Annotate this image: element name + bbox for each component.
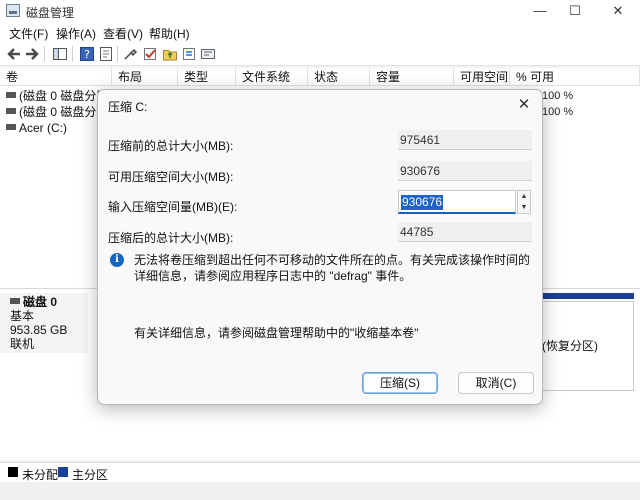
maximize-button[interactable]: ☐ <box>555 0 595 22</box>
disk-name: 磁盘 0 <box>23 295 58 309</box>
partition-label: (恢复分区) <box>542 339 598 353</box>
legend: 未分配 主分区 <box>0 462 640 482</box>
column-header-type[interactable]: 类型 <box>178 68 236 86</box>
legend-swatch-primary <box>58 467 68 477</box>
volume-icon <box>6 124 16 130</box>
shrink-amount-input[interactable]: 930676 <box>398 190 516 214</box>
forward-arrow-icon[interactable] <box>24 46 40 62</box>
help-icon[interactable]: ? <box>79 46 95 62</box>
menu-view[interactable]: 查看(V) <box>103 25 143 42</box>
settings-icon[interactable] <box>200 46 216 62</box>
disk-type: 基本 <box>10 309 35 323</box>
column-header-volume[interactable]: 卷 <box>0 68 112 86</box>
available-space-label: 可用压缩空间大小(MB): <box>108 170 234 184</box>
menu-help[interactable]: 帮助(H) <box>149 25 190 42</box>
folder-up-icon[interactable] <box>162 46 178 62</box>
shrink-dialog: 压缩 C: ✕ 压缩前的总计大小(MB): 975461 可用压缩空间大小(MB… <box>97 89 543 405</box>
toolbar-separator <box>44 46 45 62</box>
disk-info[interactable]: 磁盘 0 基本 953.85 GB 联机 <box>0 293 88 353</box>
console-tree-icon[interactable] <box>52 46 68 62</box>
dialog-close-button[interactable]: ✕ <box>512 94 536 116</box>
shrink-amount-spinner[interactable]: ▲ ▼ <box>517 190 531 214</box>
title-bar: 磁盘管理 — ☐ ✕ <box>0 0 640 22</box>
toolbar: ? <box>0 42 640 66</box>
volume-name: (磁盘 0 磁盘分区 <box>19 89 109 103</box>
column-header-free-space[interactable]: 可用空间 <box>454 68 510 86</box>
volume-name: Acer (C:) <box>19 121 67 135</box>
percent-free-value: 100 % <box>542 90 574 102</box>
list-item[interactable]: (磁盘 0 磁盘分区 <box>0 88 112 104</box>
menu-bar: 文件(F) 操作(A) 查看(V) 帮助(H) <box>0 22 640 42</box>
list-item[interactable]: Acer (C:) <box>0 120 112 136</box>
disk-status: 联机 <box>10 337 35 351</box>
total-before-value: 975461 <box>398 130 532 150</box>
percent-free-value: 100 % <box>542 106 574 118</box>
disk-icon <box>10 298 20 304</box>
volume-icon <box>6 92 16 98</box>
minimize-button[interactable]: — <box>520 0 560 22</box>
toolbar-separator <box>72 46 73 62</box>
shrink-button[interactable]: 压缩(S) <box>362 372 438 394</box>
rescan-icon[interactable] <box>181 46 197 62</box>
back-arrow-icon[interactable] <box>6 46 22 62</box>
window-title: 磁盘管理 <box>26 6 75 20</box>
legend-primary: 主分区 <box>72 468 109 482</box>
shrink-amount-label: 输入压缩空间量(MB)(E): <box>108 200 238 214</box>
column-header-layout[interactable]: 布局 <box>112 68 178 86</box>
properties-icon[interactable] <box>98 46 114 62</box>
legend-swatch-unallocated <box>8 467 18 477</box>
svg-text:?: ? <box>84 48 90 61</box>
volume-icon <box>6 108 16 114</box>
spinner-down-icon[interactable]: ▼ <box>518 202 530 213</box>
column-header-capacity[interactable]: 容量 <box>370 68 454 86</box>
volume-name: (磁盘 0 磁盘分区 <box>19 105 109 119</box>
toolbar-separator <box>117 46 118 62</box>
menu-file[interactable]: 文件(F) <box>9 25 48 42</box>
legend-unallocated: 未分配 <box>22 468 59 482</box>
total-after-label: 压缩后的总计大小(MB): <box>108 231 234 245</box>
info-message: 无法将卷压缩到超出任何不可移动的文件所在的点。有关完成该操作时间的详细信息，请参… <box>134 253 531 283</box>
column-header-filesystem[interactable]: 文件系统 <box>236 68 308 86</box>
disk-size: 953.85 GB <box>10 323 68 337</box>
menu-action[interactable]: 操作(A) <box>56 25 96 42</box>
available-space-value: 930676 <box>398 161 532 181</box>
status-bar <box>0 482 640 500</box>
disk-management-app-icon <box>6 4 20 17</box>
dialog-title: 压缩 C: <box>108 100 148 114</box>
help-message: 有关详细信息，请参阅磁盘管理帮助中的"收缩基本卷" <box>134 326 419 340</box>
spinner-up-icon[interactable]: ▲ <box>518 191 530 202</box>
column-header-status[interactable]: 状态 <box>308 68 370 86</box>
cancel-button[interactable]: 取消(C) <box>458 372 534 394</box>
total-before-label: 压缩前的总计大小(MB): <box>108 139 234 153</box>
disk-management-window: 磁盘管理 — ☐ ✕ 文件(F) 操作(A) 查看(V) 帮助(H) ? 卷 布… <box>0 0 640 500</box>
check-icon[interactable] <box>142 46 158 62</box>
close-button[interactable]: ✕ <box>598 0 638 22</box>
connect-icon[interactable] <box>123 46 139 62</box>
partition-color-bar <box>538 293 634 299</box>
info-icon: i <box>110 253 124 267</box>
shrink-amount-value: 930676 <box>401 195 444 210</box>
column-header-percent-free[interactable]: % 可用 <box>510 68 640 86</box>
list-item[interactable]: (磁盘 0 磁盘分区 <box>0 104 112 120</box>
total-after-value: 44785 <box>398 222 532 242</box>
